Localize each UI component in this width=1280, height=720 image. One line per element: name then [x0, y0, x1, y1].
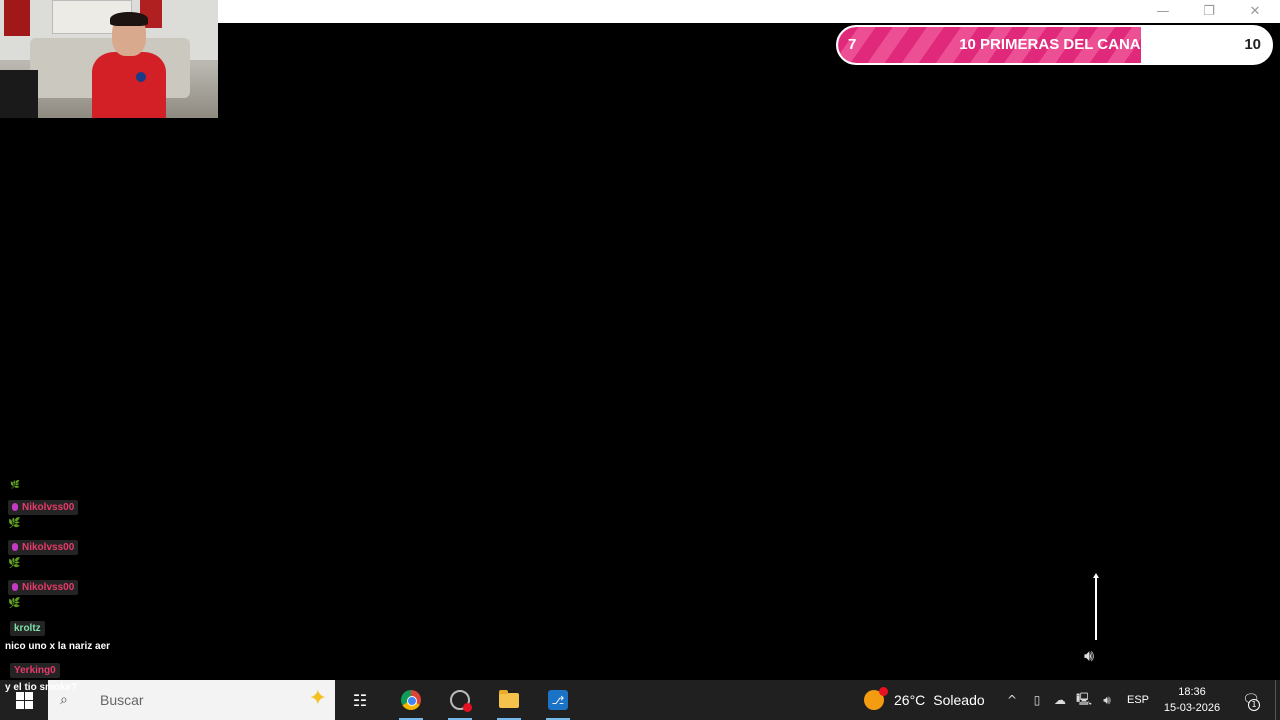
goal-progress-bar: 7 10 PRIMERAS DEL CANAL 10 — [836, 25, 1273, 65]
show-desktop-button[interactable] — [1275, 680, 1280, 720]
folder-icon — [499, 689, 519, 708]
clock-time: 18:36 — [1178, 686, 1206, 698]
minimize-icon[interactable]: — — [1140, 0, 1186, 23]
windows-logo-icon — [15, 691, 33, 709]
chat-message-text: y el tio smoke? — [5, 682, 78, 693]
chat-username[interactable]: kroltz — [10, 621, 45, 636]
clock[interactable]: 18:36 15-03-2026 — [1156, 684, 1228, 716]
chat-message-text: 🌿 — [8, 518, 21, 529]
goal-end-value: 10 — [1244, 36, 1261, 53]
weather-widget[interactable]: 26°C Soleado — [864, 680, 985, 720]
chat-username[interactable]: Nikolvss00 — [8, 540, 79, 555]
speaker-icon[interactable]: 🔊︎ — [1084, 646, 1108, 666]
webcam-overlay — [0, 0, 218, 118]
obs-icon — [450, 690, 472, 712]
weather-temp: 26°C — [894, 692, 926, 708]
window-titlebar: — ❐ ✕ — [218, 0, 1280, 23]
mic-badge-icon — [12, 583, 18, 591]
obs-taskbar-button[interactable] — [440, 684, 480, 720]
volume-tray-icon[interactable]: 🔊︎ — [1097, 680, 1117, 720]
taskbar: ⌕ Buscar ✦ ☷ ⎇ 26°C Soleado ^ ▯ ☁ 🖳︎ 🔊︎ … — [0, 680, 1280, 720]
sparkle-icon: ✦ — [308, 686, 327, 711]
chat-message-text: 🌿 — [8, 558, 21, 569]
search-placeholder: Buscar — [100, 692, 144, 708]
close-icon[interactable]: ✕ — [1232, 0, 1278, 23]
weather-condition: Soleado — [933, 692, 985, 708]
mic-badge-icon — [12, 543, 18, 551]
chat-message-text: nico uno x la nariz aer — [5, 641, 111, 652]
chat-message-text: 🌿 — [8, 598, 21, 609]
device-icon[interactable]: ▯ — [1027, 680, 1047, 720]
app-icon: ⎇ — [548, 690, 568, 710]
chat-username[interactable]: Nikolvss00 — [8, 580, 79, 595]
clock-date: 15-03-2026 — [1163, 702, 1221, 714]
onedrive-icon[interactable]: ☁ — [1050, 680, 1070, 720]
task-view-icon[interactable]: ☷ — [340, 684, 380, 716]
goal-label: 10 PRIMERAS DEL CANAL — [959, 36, 1150, 53]
network-icon[interactable]: 🖳︎ — [1074, 680, 1094, 720]
mic-badge-icon — [12, 503, 18, 511]
leaf-emoji: 🌿 — [10, 480, 20, 489]
file-explorer-button[interactable] — [489, 684, 529, 720]
notification-count: 1 — [1248, 699, 1260, 711]
taskbar-search-box[interactable]: ⌕ Buscar ✦ — [48, 680, 335, 720]
chevron-up-icon[interactable]: ^ — [1002, 680, 1022, 720]
language-indicator[interactable]: ESP — [1126, 680, 1150, 720]
restore-icon[interactable]: ❐ — [1186, 0, 1232, 23]
chrome-taskbar-button[interactable] — [391, 684, 431, 720]
chat-username[interactable]: Yerking0 — [10, 663, 60, 678]
notification-center-button[interactable]: 🗨︎ 1 — [1236, 680, 1266, 720]
chat-username[interactable]: Nikolvss00 — [8, 500, 79, 515]
chrome-icon — [401, 690, 421, 710]
search-icon: ⌕ — [60, 692, 68, 708]
app-taskbar-button[interactable]: ⎇ — [538, 684, 578, 720]
sun-icon — [864, 687, 888, 710]
volume-slider[interactable] — [1095, 576, 1097, 640]
